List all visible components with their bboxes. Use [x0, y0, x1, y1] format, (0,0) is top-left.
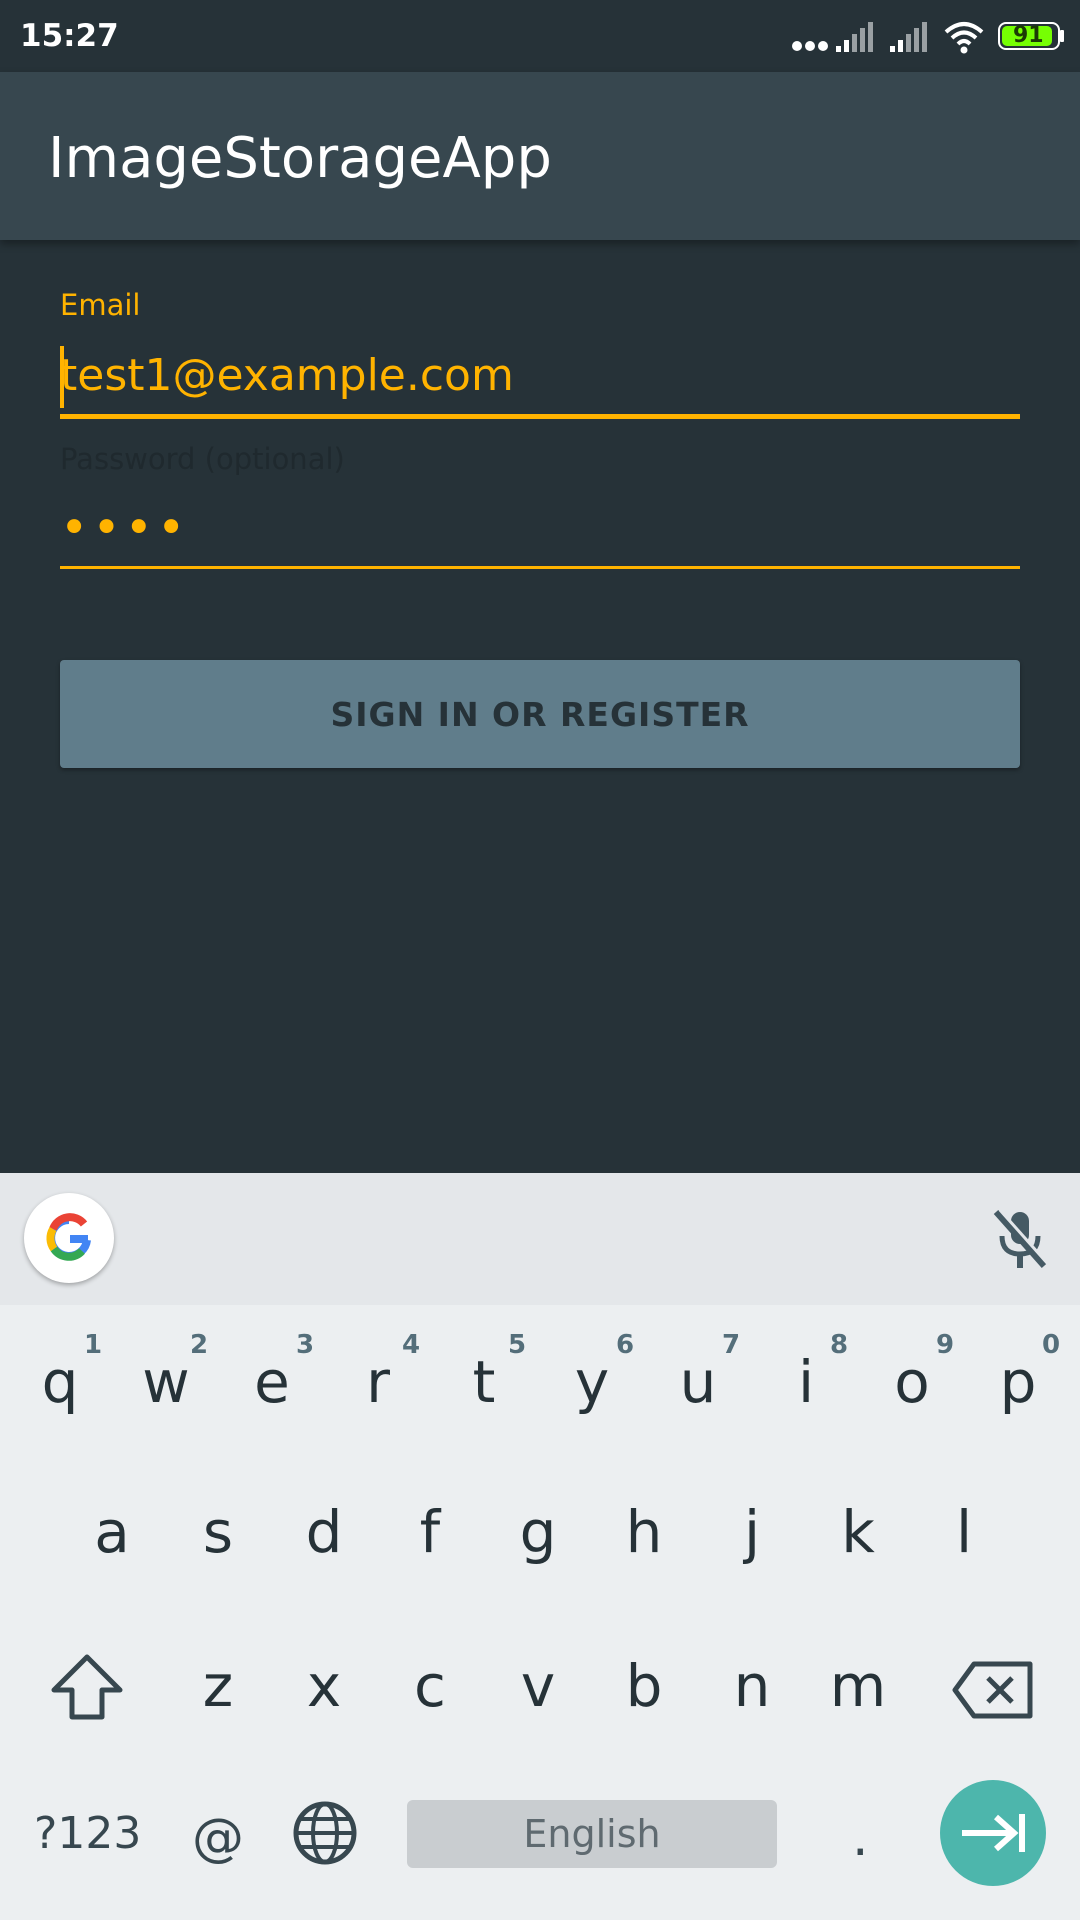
key-c[interactable]: c: [380, 1636, 480, 1736]
sign-in-or-register-button[interactable]: SIGN IN OR REGISTER: [60, 660, 1020, 768]
key-f[interactable]: f: [380, 1482, 480, 1582]
battery-icon: 91: [998, 22, 1064, 50]
more-notifications-icon: [792, 41, 828, 51]
backspace-icon[interactable]: [952, 1660, 1034, 1720]
key-h[interactable]: h: [594, 1482, 694, 1582]
key-hint-4: 4: [402, 1330, 421, 1360]
symbols-key[interactable]: ?123: [34, 1808, 141, 1859]
globe-icon[interactable]: [292, 1800, 358, 1866]
period-key[interactable]: .: [852, 1808, 869, 1868]
key-k[interactable]: k: [808, 1482, 908, 1582]
google-g-icon: [46, 1213, 91, 1261]
google-button[interactable]: [24, 1193, 114, 1283]
status-bar: 15:27 91: [0, 0, 1080, 72]
key-hint-8: 8: [830, 1330, 849, 1360]
key-hint-3: 3: [296, 1330, 315, 1360]
key-a[interactable]: a: [62, 1482, 162, 1582]
key-j[interactable]: j: [702, 1482, 802, 1582]
email-label: Email: [60, 288, 141, 322]
at-key[interactable]: @: [192, 1808, 244, 1868]
key-hint-7: 7: [722, 1330, 741, 1360]
password-field[interactable]: ••••: [60, 500, 189, 556]
app-bar: ImageStorageApp: [0, 72, 1080, 240]
key-n[interactable]: n: [702, 1636, 802, 1736]
signal-2-icon: [890, 22, 927, 52]
key-hint-2: 2: [190, 1330, 209, 1360]
next-field-button[interactable]: [940, 1780, 1046, 1886]
mic-off-icon[interactable]: [990, 1208, 1050, 1272]
space-key[interactable]: English: [407, 1800, 777, 1868]
tab-arrow-icon: [962, 1814, 1025, 1852]
key-hint-6: 6: [616, 1330, 635, 1360]
key-d[interactable]: d: [274, 1482, 374, 1582]
key-l[interactable]: l: [914, 1482, 1014, 1582]
key-hint-5: 5: [508, 1330, 527, 1360]
app-title: ImageStorageApp: [48, 126, 552, 191]
shift-icon[interactable]: [50, 1652, 124, 1722]
keyboard-toolbar: [0, 1173, 1080, 1305]
key-hint-1: 1: [84, 1330, 103, 1360]
battery-level: 91: [1013, 23, 1044, 48]
key-hint-9: 9: [936, 1330, 955, 1360]
key-b[interactable]: b: [594, 1636, 694, 1736]
key-hint-0: 0: [1042, 1330, 1061, 1360]
key-v[interactable]: v: [488, 1636, 588, 1736]
signal-1-icon: [836, 22, 873, 52]
wifi-icon: [944, 22, 984, 54]
key-s[interactable]: s: [168, 1482, 268, 1582]
password-field-underline: [60, 566, 1020, 569]
email-field[interactable]: test1@example.com: [60, 350, 514, 401]
key-m[interactable]: m: [808, 1636, 908, 1736]
key-z[interactable]: z: [168, 1636, 268, 1736]
password-label: Password (optional): [60, 442, 345, 476]
status-time: 15:27: [20, 18, 119, 54]
key-g[interactable]: g: [488, 1482, 588, 1582]
email-field-underline: [60, 414, 1020, 419]
key-x[interactable]: x: [274, 1636, 374, 1736]
